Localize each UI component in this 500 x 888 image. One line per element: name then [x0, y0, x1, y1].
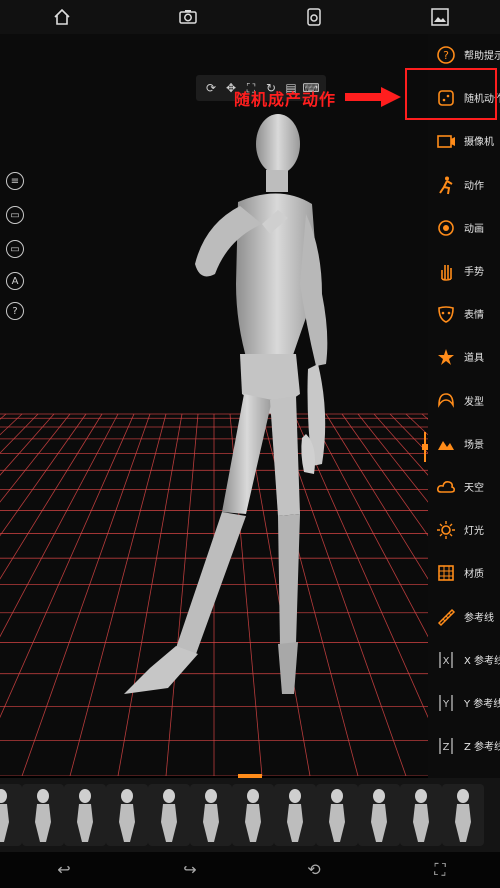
- mask-icon: [436, 304, 456, 324]
- sidebar-item-label: 表情: [464, 310, 484, 322]
- sidebar-item[interactable]: 场景: [428, 425, 500, 465]
- annotation-arrow: [345, 87, 401, 107]
- annotation-text: 随机成产动作: [234, 90, 337, 109]
- 3d-viewport[interactable]: ⟳ ✥ ⛶ ↻ ▤ ⌨ ≡ ▭ ▭ A ? X Z ?: [0, 34, 428, 776]
- sidebar-item-label: 帮助提示: [464, 51, 500, 62]
- a-mode-icon[interactable]: A: [6, 272, 24, 290]
- sidebar-item-label: X 参考线: [464, 655, 500, 667]
- hand-icon: [436, 261, 456, 281]
- material-icon: [436, 563, 456, 583]
- mannequin-figure[interactable]: [0, 34, 428, 776]
- pose-thumbnail[interactable]: [274, 784, 316, 846]
- sidebar-item[interactable]: 发型: [428, 382, 500, 422]
- sidebar-item[interactable]: 动作: [428, 166, 500, 206]
- sidebar-item-label: Z 参考线: [464, 742, 500, 754]
- z-guide-icon: Z: [436, 736, 456, 756]
- pose-thumbnail[interactable]: [190, 784, 232, 846]
- pose-thumbnail[interactable]: [106, 784, 148, 846]
- y-guide-icon: Y: [436, 693, 456, 713]
- sidebar-item[interactable]: Y Y 参考线: [428, 684, 500, 724]
- pose-thumbnail[interactable]: [442, 784, 484, 846]
- sidebar-item-label: Y 参考线: [464, 699, 500, 710]
- help-icon[interactable]: ?: [6, 302, 24, 320]
- pose-thumbnail[interactable]: [64, 784, 106, 846]
- sidebar-item[interactable]: 动画: [428, 209, 500, 249]
- sidebar-item[interactable]: Z Z 参考线: [428, 727, 500, 767]
- sidebar-item-label: 场景: [464, 439, 484, 451]
- system-nav-bar: ↩ ↪ ⟲ ⛶: [0, 852, 500, 888]
- ruler-icon: [436, 607, 456, 627]
- sidebar-item[interactable]: 天空: [428, 468, 500, 508]
- pose-thumbnail[interactable]: [232, 784, 274, 846]
- pose-thumbnail[interactable]: [358, 784, 400, 846]
- sidebar-item-label: 摄像机: [464, 137, 494, 149]
- back-icon[interactable]: ↩: [52, 860, 76, 880]
- sidebar-item[interactable]: 手势: [428, 252, 500, 292]
- svg-text:?: ?: [443, 49, 449, 62]
- video-icon[interactable]: ▭: [6, 240, 24, 258]
- camera-snapshot-icon[interactable]: [176, 5, 200, 29]
- sidebar-item[interactable]: X X 参考线: [428, 641, 500, 681]
- sidebar-item[interactable]: 摄像机: [428, 122, 500, 162]
- pose-thumbnail[interactable]: [148, 784, 190, 846]
- list-icon[interactable]: ≡: [6, 172, 24, 190]
- light-icon: [436, 520, 456, 540]
- question-circle-icon: ?: [436, 45, 456, 65]
- fullscreen-icon[interactable]: ⛶: [428, 860, 452, 880]
- pose-thumbnail[interactable]: [0, 784, 22, 846]
- sidebar-item[interactable]: 灯光: [428, 511, 500, 551]
- right-sidebar: ? 帮助提示 随机动作 摄像机 动作 动画 手势 表情 道具 发型 场景 天空 灯光 材质 参考线 X X 参考…: [428, 34, 500, 778]
- pose-thumbnail[interactable]: [316, 784, 358, 846]
- camera-icon: [436, 131, 456, 151]
- pose-thumbnail[interactable]: [400, 784, 442, 846]
- props-icon: [436, 347, 456, 367]
- sidebar-item-label: 道具: [464, 353, 484, 365]
- sidebar-item[interactable]: 道具: [428, 338, 500, 378]
- cloud-icon: [436, 477, 456, 497]
- sidebar-item-label: 天空: [464, 483, 484, 494]
- sidebar-item-label: 灯光: [464, 526, 484, 538]
- refresh-icon[interactable]: ⟲: [302, 860, 326, 880]
- animation-icon: [436, 218, 456, 238]
- home-icon[interactable]: [50, 5, 74, 29]
- sidebar-item-label: 参考线: [464, 612, 494, 624]
- pose-figure-icon: [436, 175, 456, 195]
- pose-thumbnail[interactable]: [22, 784, 64, 846]
- x-guide-icon: X: [436, 650, 456, 670]
- sidebar-item-label: 手势: [464, 267, 484, 278]
- sidebar-item[interactable]: 表情: [428, 295, 500, 335]
- save-icon[interactable]: [302, 5, 326, 29]
- sidebar-item-label: 动画: [464, 223, 484, 235]
- sidebar-item-label: 发型: [464, 396, 484, 408]
- svg-text:Z: Z: [443, 742, 450, 753]
- forward-icon[interactable]: ↪: [178, 860, 202, 880]
- top-toolbar: [0, 0, 500, 34]
- sidebar-item-label: 动作: [464, 180, 484, 192]
- svg-text:X: X: [443, 656, 450, 667]
- screen-icon[interactable]: ▭: [6, 206, 24, 224]
- pose-thumbnail-strip[interactable]: [0, 778, 500, 852]
- rotate-icon[interactable]: ⟳: [202, 79, 220, 97]
- svg-text:Y: Y: [442, 699, 450, 710]
- annotation-highlight-box: [405, 68, 497, 120]
- sidebar-item[interactable]: 参考线: [428, 598, 500, 638]
- sidebar-item-label: 材质: [464, 569, 484, 581]
- hair-icon: [436, 391, 456, 411]
- scene-icon: [436, 434, 456, 454]
- gallery-icon[interactable]: [428, 5, 452, 29]
- sidebar-item[interactable]: 材质: [428, 554, 500, 594]
